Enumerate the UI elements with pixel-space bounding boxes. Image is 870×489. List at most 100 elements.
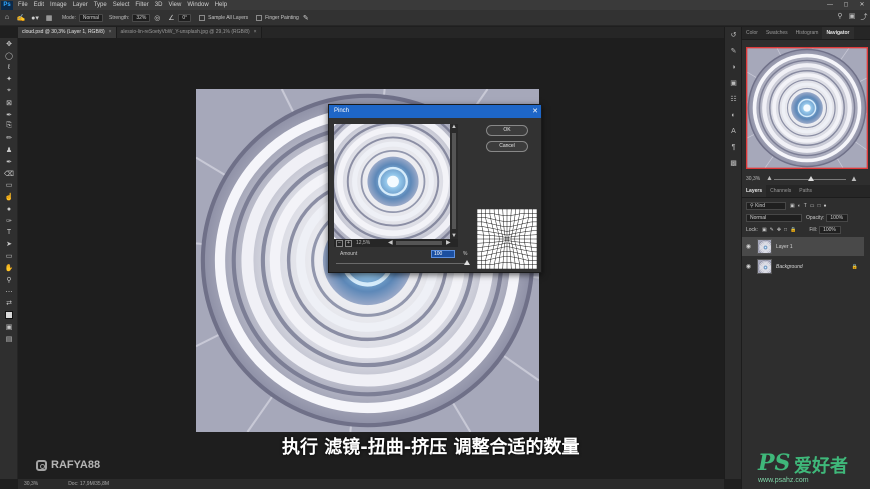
amount-slider-knob[interactable]: [464, 260, 470, 265]
blend-mode-select[interactable]: Normal: [746, 213, 802, 222]
lasso-tool-icon[interactable]: ℓ: [0, 62, 18, 74]
layer-row-background[interactable]: ◉ Background 🔒: [742, 257, 864, 276]
history-brush-tool-icon[interactable]: ✒: [0, 156, 18, 168]
home-icon[interactable]: ⌂: [0, 12, 14, 24]
close-window-icon[interactable]: ✕: [854, 0, 870, 10]
type-tool-icon[interactable]: T: [0, 227, 18, 239]
eyedropper-tool-icon[interactable]: ✒: [0, 109, 18, 121]
zoom-minus-button[interactable]: −: [336, 239, 343, 247]
glyphs-icon[interactable]: ▩: [725, 155, 742, 171]
quick-mask-icon[interactable]: ▣: [0, 321, 18, 333]
zoom-out-icon[interactable]: ▲: [766, 175, 773, 182]
history-icon[interactable]: ↺: [725, 27, 742, 43]
lock-icon[interactable]: 🔒: [852, 264, 858, 270]
navigator-zoom-knob[interactable]: [808, 176, 814, 181]
scroll-up-icon[interactable]: ▲: [451, 124, 457, 130]
brush-settings-icon[interactable]: ▦: [42, 12, 56, 24]
layer-name[interactable]: Background: [776, 264, 803, 270]
menu-type[interactable]: Type: [91, 0, 110, 10]
workspace-icon[interactable]: ▣: [846, 12, 858, 22]
eraser-tool-icon[interactable]: ⌫: [0, 168, 18, 180]
stamp-tool-icon[interactable]: ♟: [0, 144, 18, 156]
close-tab-icon[interactable]: ×: [109, 29, 112, 35]
tab-swatches[interactable]: Swatches: [762, 27, 792, 39]
brush-preset-icon[interactable]: ●▾: [28, 12, 42, 24]
close-icon[interactable]: ✕: [532, 105, 538, 118]
zoom-plus-button[interactable]: +: [345, 239, 352, 247]
ok-button[interactable]: OK: [486, 125, 528, 136]
preview-vertical-scrollbar[interactable]: ▲ ▼: [450, 124, 458, 239]
properties-icon[interactable]: ☷: [725, 91, 742, 107]
menu-file[interactable]: File: [15, 0, 31, 10]
menu-view[interactable]: View: [165, 0, 184, 10]
tab-navigator[interactable]: Navigator: [822, 27, 854, 39]
healing-tool-icon[interactable]: ⎘: [0, 121, 18, 133]
filter-preview[interactable]: [334, 124, 452, 239]
tab-unsplash-jpg[interactable]: alessio-lin-reSoetyVbW_Y-unsplash.jpg @ …: [116, 27, 262, 38]
paragraph-icon[interactable]: ¶: [725, 139, 742, 155]
scroll-thumb[interactable]: [452, 133, 456, 229]
shape-tool-icon[interactable]: ▭: [0, 250, 18, 262]
lock-icons[interactable]: ▣✎✥□🔒: [762, 227, 799, 233]
amount-slider[interactable]: [336, 263, 467, 264]
menu-layer[interactable]: Layer: [70, 0, 91, 10]
horizontal-scroll-thumb[interactable]: [396, 241, 442, 245]
smudge-tool-icon[interactable]: ✍: [14, 12, 28, 24]
menu-window[interactable]: Window: [184, 0, 211, 10]
character-icon[interactable]: A: [725, 123, 742, 139]
tab-cloud-psd[interactable]: cloud.psd @ 30,3% (Layer 1, RGB/8) ×: [18, 27, 117, 38]
sample-all-layers-checkbox[interactable]: [199, 14, 206, 21]
cancel-button[interactable]: Cancel: [486, 141, 528, 152]
tab-layers[interactable]: Layers: [742, 185, 767, 197]
symmetry-icon[interactable]: ✎: [299, 12, 313, 24]
layer-row-layer1[interactable]: ◉ Layer 1: [742, 237, 864, 256]
visibility-eye-icon[interactable]: ◉: [742, 243, 755, 250]
angle-input[interactable]: 0°: [178, 13, 192, 22]
marquee-tool-icon[interactable]: ◯: [0, 50, 18, 62]
smudge-tool-icon[interactable]: ☝: [0, 191, 18, 203]
menu-image[interactable]: Image: [47, 0, 70, 10]
pen-tool-icon[interactable]: ✑: [0, 215, 18, 227]
tab-channels[interactable]: Channels: [766, 185, 795, 197]
search-icon[interactable]: ⚲: [834, 12, 846, 22]
dodge-tool-icon[interactable]: ●: [0, 203, 18, 215]
navigator-zoom-value[interactable]: 30,3%: [746, 176, 760, 182]
filter-icons[interactable]: ▣◐T▭□●: [790, 203, 830, 209]
menu-3d[interactable]: 3D: [152, 0, 166, 10]
brush-tool-icon[interactable]: ✏: [0, 132, 18, 144]
amount-input[interactable]: 100: [431, 250, 455, 258]
zoom-tool-icon[interactable]: ⚲: [0, 274, 18, 286]
brush-settings-icon[interactable]: ✎: [725, 43, 742, 59]
crop-tool-icon[interactable]: ⌖: [0, 85, 18, 97]
pressure-icon[interactable]: ◎: [150, 12, 164, 24]
status-zoom[interactable]: 30,3%: [24, 481, 38, 487]
opacity-input[interactable]: 100%: [826, 213, 849, 222]
brushes-icon[interactable]: ◑: [725, 59, 742, 75]
swap-colors-icon[interactable]: ⇄: [0, 298, 18, 310]
screen-mode-icon[interactable]: ▤: [0, 333, 18, 345]
scroll-right-icon[interactable]: ▶: [446, 239, 451, 246]
scroll-left-icon[interactable]: ◀: [388, 239, 393, 246]
close-tab-icon[interactable]: ×: [254, 29, 257, 35]
minimize-icon[interactable]: —: [822, 0, 838, 10]
menu-select[interactable]: Select: [110, 0, 133, 10]
quick-select-tool-icon[interactable]: ✦: [0, 73, 18, 85]
gradient-tool-icon[interactable]: ▭: [0, 180, 18, 192]
hand-tool-icon[interactable]: ✋: [0, 262, 18, 274]
strength-input[interactable]: 32%: [132, 13, 151, 22]
kind-filter-select[interactable]: ⚲ Kind: [746, 201, 786, 210]
mode-select[interactable]: Normal: [78, 13, 104, 22]
navigator-preview[interactable]: [746, 47, 868, 169]
finger-painting-checkbox[interactable]: [256, 14, 263, 21]
visibility-eye-icon[interactable]: ◉: [742, 263, 755, 270]
adjustments-icon[interactable]: ◐: [725, 107, 742, 123]
maximize-icon[interactable]: ◻: [838, 0, 854, 10]
layer-name[interactable]: Layer 1: [776, 244, 793, 250]
tab-color[interactable]: Color: [742, 27, 762, 39]
menu-help[interactable]: Help: [212, 0, 230, 10]
move-tool-icon[interactable]: ✥: [0, 38, 18, 50]
tab-paths[interactable]: Paths: [795, 185, 816, 197]
more-tools-icon[interactable]: ⋯: [0, 286, 18, 298]
share-icon[interactable]: ⤴: [858, 12, 870, 22]
menu-filter[interactable]: Filter: [132, 0, 151, 10]
